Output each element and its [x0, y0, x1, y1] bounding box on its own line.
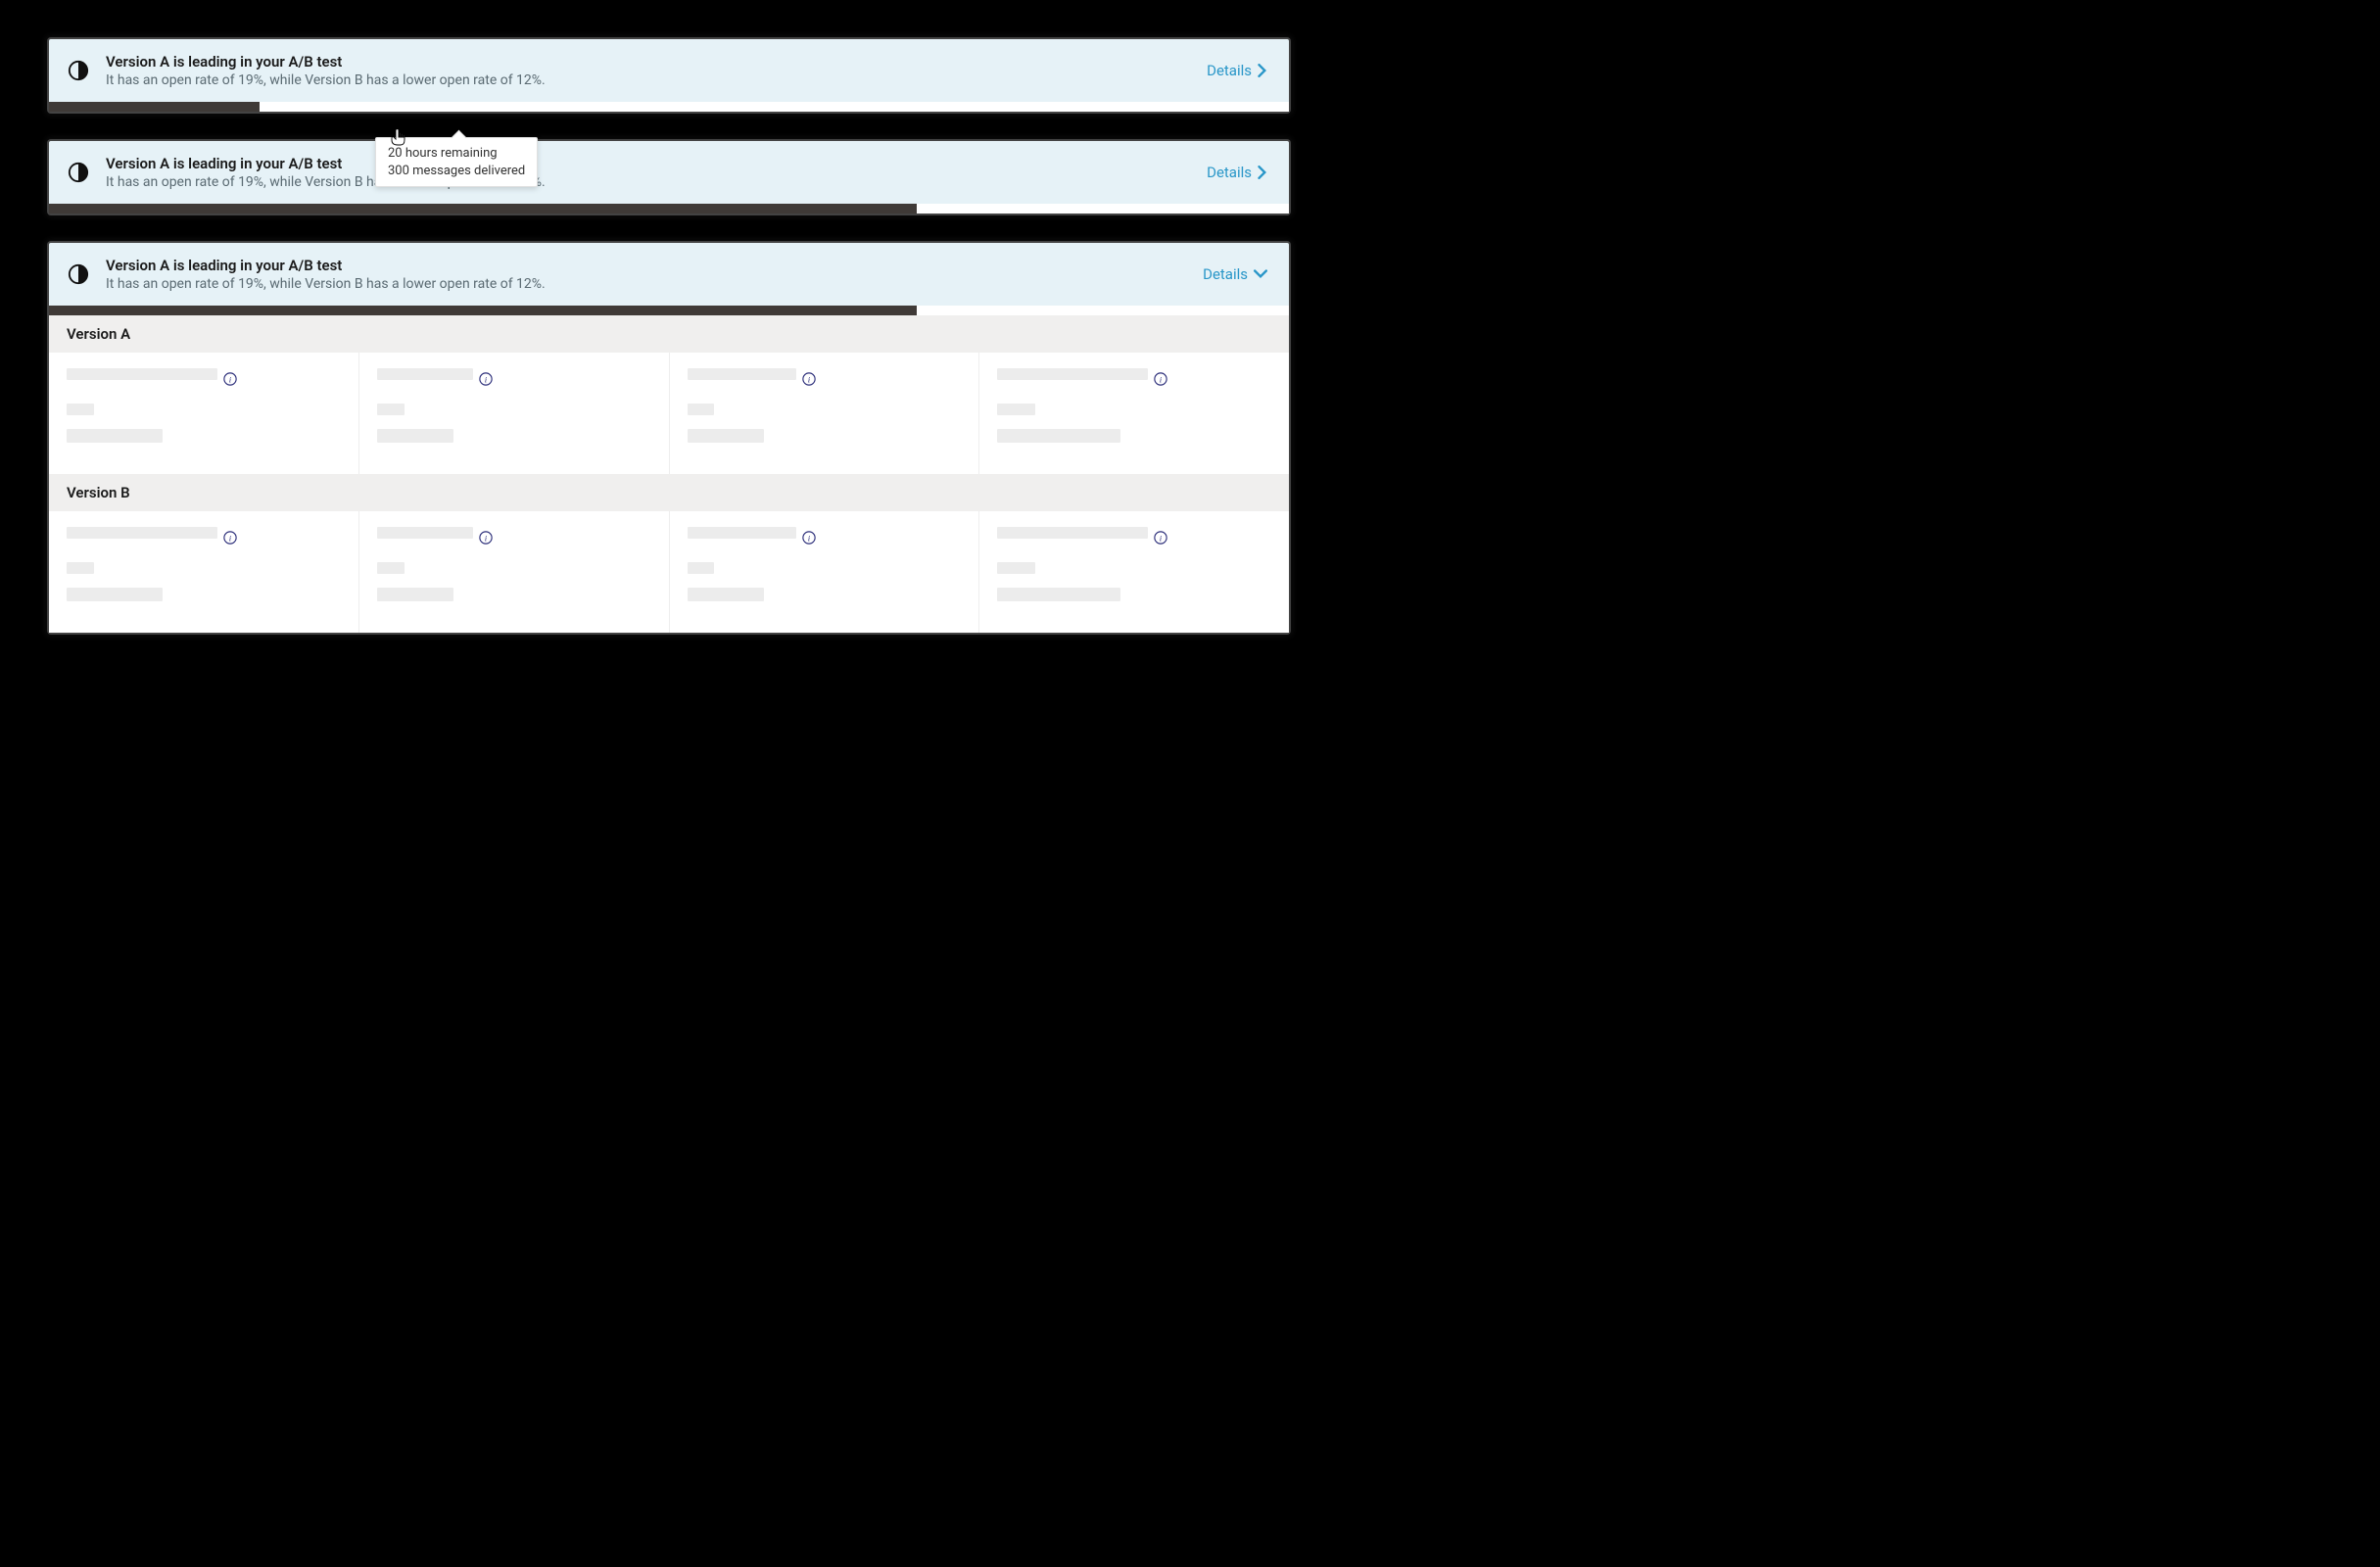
- skeleton-line: [67, 429, 163, 443]
- stat-cell: i: [979, 353, 1289, 474]
- svg-text:i: i: [229, 534, 232, 544]
- svg-text:i: i: [808, 534, 811, 544]
- banner-title: Version A is leading in your A/B test: [106, 155, 1191, 172]
- banner-subtitle: It has an open rate of 19%, while Versio…: [106, 72, 1191, 88]
- skeleton-line: [688, 527, 797, 539]
- skeleton-line: [377, 562, 405, 574]
- stat-cell: i: [670, 353, 980, 474]
- chevron-right-icon: [1258, 64, 1267, 77]
- info-icon[interactable]: i: [802, 531, 816, 545]
- info-icon[interactable]: i: [1154, 531, 1167, 545]
- section-header-version-a: Version A: [49, 315, 1289, 353]
- stats-row: i i i i: [49, 511, 1289, 633]
- svg-text:i: i: [1160, 534, 1163, 544]
- svg-text:i: i: [484, 375, 487, 385]
- tooltip-line-remaining: 20 hours remaining: [388, 145, 525, 163]
- skeleton-line: [67, 588, 163, 601]
- progress-fill: [49, 102, 260, 112]
- stat-cell: i: [979, 511, 1289, 633]
- pointer-cursor-icon: [391, 128, 406, 150]
- ab-test-banner-card-expanded: Version A is leading in your A/B test It…: [49, 243, 1289, 633]
- skeleton-line: [67, 527, 217, 539]
- banner-subtitle: It has an open rate of 19%, while Versio…: [106, 276, 1187, 292]
- details-button[interactable]: Details: [1203, 265, 1267, 283]
- info-icon[interactable]: i: [479, 372, 493, 386]
- half-circle-icon: [67, 59, 90, 82]
- skeleton-line: [997, 429, 1120, 443]
- banner-title: Version A is leading in your A/B test: [106, 257, 1187, 274]
- skeleton-line: [997, 527, 1148, 539]
- half-circle-icon: [67, 262, 90, 286]
- stat-cell: i: [49, 353, 359, 474]
- svg-text:i: i: [1160, 375, 1163, 385]
- skeleton-line: [688, 368, 797, 380]
- info-icon[interactable]: i: [802, 372, 816, 386]
- ab-test-banner-card: Version A is leading in your A/B test It…: [49, 39, 1289, 112]
- skeleton-line: [377, 368, 473, 380]
- chevron-right-icon: [1258, 166, 1267, 179]
- progress-fill: [49, 306, 917, 315]
- skeleton-line: [377, 404, 405, 415]
- info-icon[interactable]: i: [223, 531, 237, 545]
- banner-title: Version A is leading in your A/B test: [106, 53, 1191, 71]
- progress-bar[interactable]: [49, 306, 1289, 315]
- skeleton-line: [688, 429, 764, 443]
- tooltip-line-delivered: 300 messages delivered: [388, 163, 525, 180]
- expanded-details: Version A i i i i Version: [49, 315, 1289, 633]
- svg-text:i: i: [229, 375, 232, 385]
- stat-cell: i: [49, 511, 359, 633]
- ab-test-banner-card: Version A is leading in your A/B test It…: [49, 141, 1289, 214]
- skeleton-line: [377, 527, 473, 539]
- chevron-down-icon: [1254, 269, 1267, 279]
- details-button[interactable]: Details: [1207, 164, 1267, 181]
- skeleton-line: [67, 368, 217, 380]
- progress-bar[interactable]: [49, 204, 1289, 214]
- details-label: Details: [1203, 265, 1248, 283]
- svg-text:i: i: [808, 375, 811, 385]
- skeleton-line: [67, 404, 94, 415]
- details-button[interactable]: Details: [1207, 62, 1267, 79]
- section-header-version-b: Version B: [49, 474, 1289, 511]
- details-label: Details: [1207, 164, 1252, 181]
- info-icon[interactable]: i: [223, 372, 237, 386]
- skeleton-line: [377, 588, 453, 601]
- banner-subtitle: It has an open rate of 19%, while Versio…: [106, 174, 1191, 190]
- details-label: Details: [1207, 62, 1252, 79]
- skeleton-line: [688, 588, 764, 601]
- skeleton-line: [997, 562, 1035, 574]
- skeleton-line: [997, 404, 1035, 415]
- info-icon[interactable]: i: [479, 531, 493, 545]
- stats-row: i i i i: [49, 353, 1289, 474]
- stat-cell: i: [670, 511, 980, 633]
- skeleton-line: [67, 562, 94, 574]
- skeleton-line: [997, 588, 1120, 601]
- stat-cell: i: [359, 511, 670, 633]
- svg-text:i: i: [484, 534, 487, 544]
- info-icon[interactable]: i: [1154, 372, 1167, 386]
- skeleton-line: [688, 562, 715, 574]
- skeleton-line: [997, 368, 1148, 380]
- progress-bar[interactable]: [49, 102, 1289, 112]
- progress-fill: [49, 204, 917, 214]
- stat-cell: i: [359, 353, 670, 474]
- half-circle-icon: [67, 161, 90, 184]
- skeleton-line: [688, 404, 715, 415]
- skeleton-line: [377, 429, 453, 443]
